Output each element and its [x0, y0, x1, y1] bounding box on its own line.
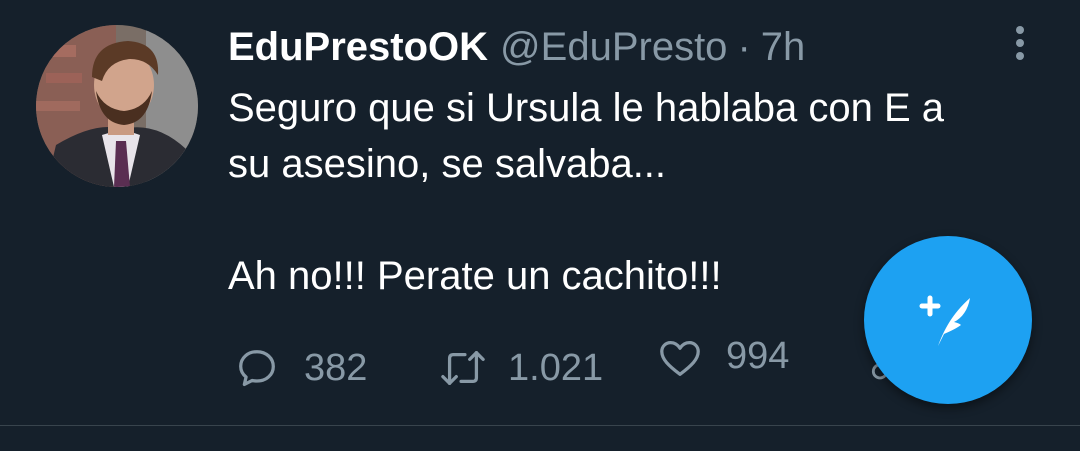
paragraph-break [228, 192, 1028, 248]
more-dot [1016, 52, 1024, 60]
tweet-text-line: su asesino, se salvaba... [228, 142, 667, 186]
tweet-text-line: Seguro que si Ursula le hablaba con E a [228, 86, 945, 130]
divider [0, 425, 1080, 426]
separator-dot: · [737, 25, 751, 69]
compose-tweet-button[interactable] [864, 236, 1032, 404]
user-handle[interactable]: @EduPresto [500, 22, 727, 72]
retweet-count: 1.021 [508, 346, 604, 389]
retweet-button[interactable]: 1.021 [438, 338, 603, 398]
like-count: 994 [726, 334, 790, 377]
speech-bubble-icon [239, 350, 275, 387]
display-name[interactable]: EduPrestoOK [228, 22, 488, 72]
retweet-arrows-icon [441, 351, 485, 385]
avatar-photo [36, 25, 198, 187]
feather-plus-icon [919, 295, 970, 346]
reply-button[interactable]: 382 [234, 338, 367, 398]
more-options-icon[interactable] [1006, 22, 1034, 64]
like-button[interactable]: 994 [656, 328, 789, 388]
more-dot [1016, 39, 1024, 47]
reply-count: 382 [304, 346, 368, 389]
heart-outline-icon [660, 341, 700, 376]
more-dot [1016, 26, 1024, 34]
avatar[interactable] [36, 25, 198, 187]
timestamp[interactable]: 7h [761, 22, 806, 72]
tweet-header: EduPrestoOK @EduPresto · 7h [228, 22, 805, 72]
